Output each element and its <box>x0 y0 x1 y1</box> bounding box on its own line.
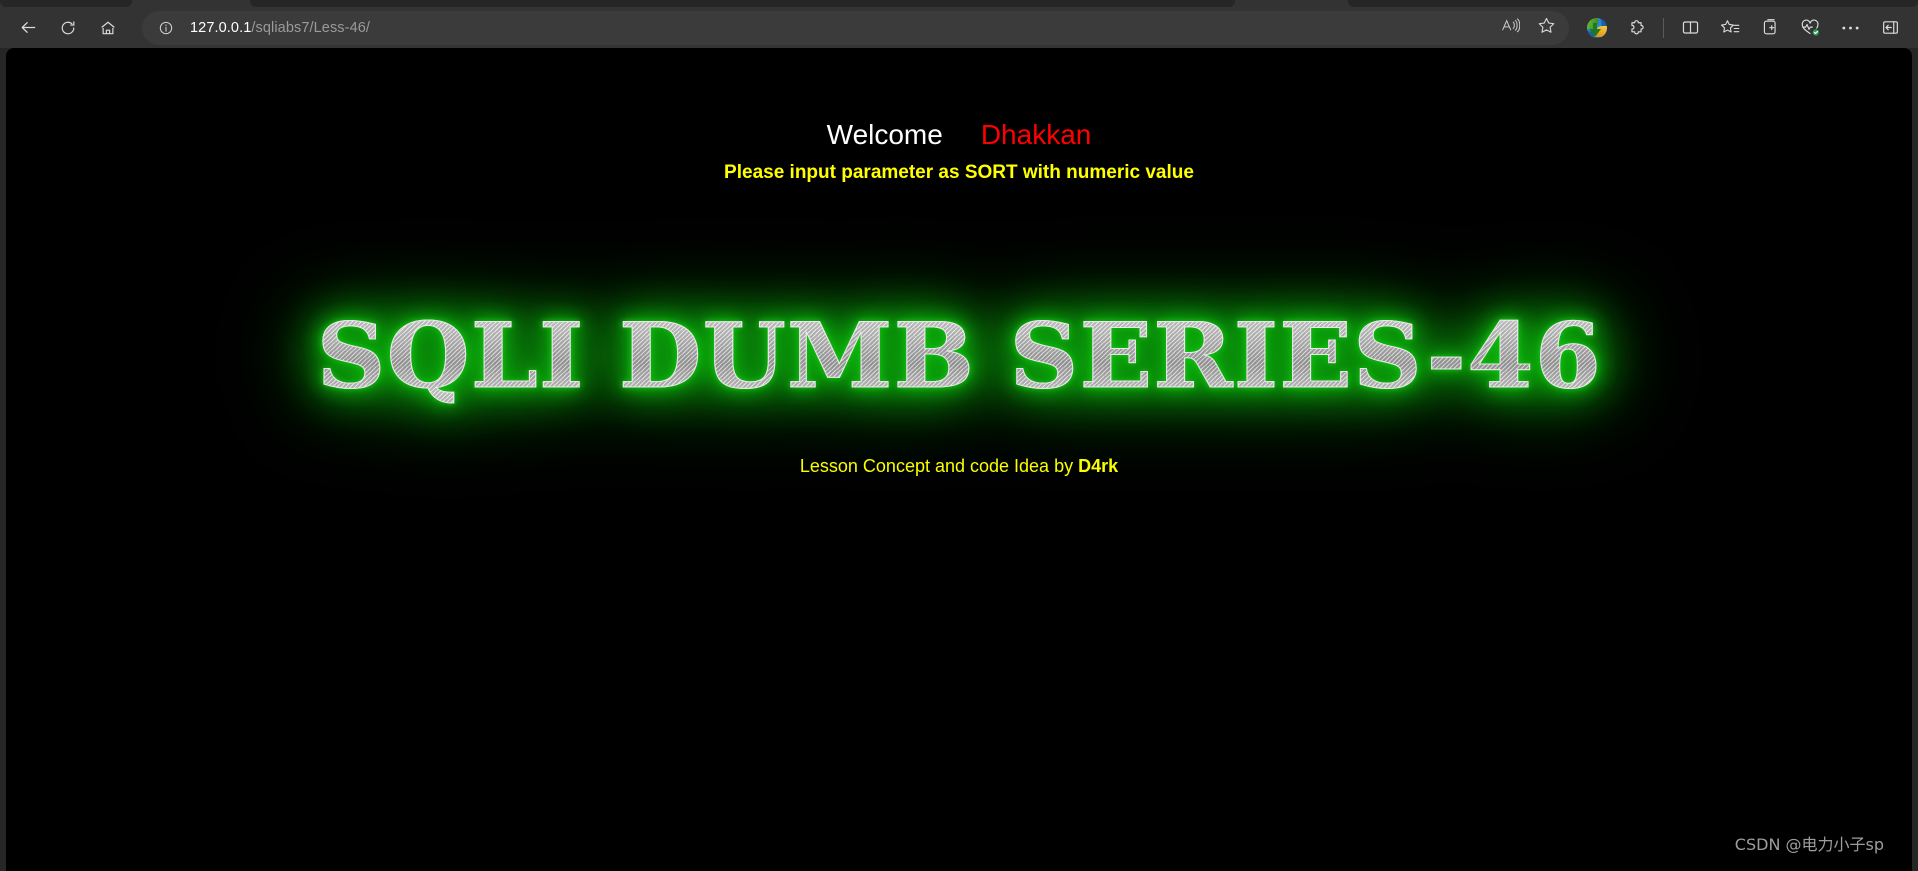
refresh-button[interactable] <box>48 11 88 45</box>
welcome-heading: Welcome Dhakkan <box>6 121 1912 149</box>
url-path: /sqliabs7/Less-46/ <box>251 19 371 36</box>
split-screen-button[interactable] <box>1670 11 1710 45</box>
ellipsis-icon <box>1841 25 1860 31</box>
back-button[interactable] <box>8 11 48 45</box>
site-information-icon[interactable] <box>152 14 180 42</box>
split-screen-icon <box>1681 18 1700 37</box>
credit-line: Lesson Concept and code Idea by D4rk <box>6 457 1912 475</box>
favorites-star-list-icon <box>1720 18 1740 37</box>
welcome-label: Welcome <box>826 119 943 150</box>
credit-author: D4rk <box>1078 456 1119 476</box>
collections-icon <box>1761 18 1780 37</box>
favorites-button[interactable] <box>1710 11 1750 45</box>
tab-sliver[interactable] <box>0 0 132 7</box>
url-host: 127.0.0.1 <box>190 19 252 36</box>
add-favorite-button[interactable] <box>1529 13 1563 43</box>
read-aloud-button[interactable] <box>1493 13 1527 43</box>
settings-and-more-button[interactable] <box>1830 11 1870 45</box>
home-icon <box>99 19 117 37</box>
puzzle-piece-icon <box>1628 18 1647 37</box>
tab-sliver[interactable] <box>1348 0 1918 7</box>
watermark: CSDN @电力小子sp <box>1734 835 1884 854</box>
back-arrow-icon <box>19 18 38 37</box>
user-name: Dhakkan <box>980 119 1092 150</box>
url-text[interactable]: 127.0.0.1/sqliabs7/Less-46/ <box>180 20 1491 36</box>
address-bar[interactable]: 127.0.0.1/sqliabs7/Less-46/ <box>142 10 1569 45</box>
browser-window: 127.0.0.1/sqliabs7/Less-46/ Welcome Dhak… <box>0 0 1918 871</box>
read-aloud-icon <box>1501 17 1520 39</box>
heart-pulse-icon <box>1800 18 1821 37</box>
address-bar-actions <box>1491 13 1563 43</box>
toolbar-divider <box>1663 17 1664 38</box>
collections-button[interactable] <box>1750 11 1790 45</box>
big-title-text: SQLI DUMB SERIES-46 <box>316 291 1602 421</box>
hint-text: Please input parameter as SORT with nume… <box>724 162 1194 183</box>
browser-essentials-button[interactable] <box>1790 11 1830 45</box>
refresh-icon <box>59 19 77 37</box>
star-icon <box>1537 16 1556 40</box>
big-title-banner: SQLI DUMB SERIES-46 <box>6 291 1912 421</box>
tab-sliver[interactable] <box>250 0 1235 7</box>
sidebar-icon <box>1881 18 1900 37</box>
browser-toolbar: 127.0.0.1/sqliabs7/Less-46/ <box>0 7 1918 48</box>
tab-strip <box>0 0 1918 7</box>
toolbar-right-actions <box>1577 11 1918 45</box>
credit-prefix: Lesson Concept and code Idea by <box>799 456 1079 476</box>
extensions-button[interactable] <box>1617 11 1657 45</box>
idm-extension-button[interactable] <box>1577 11 1617 45</box>
sidebar-toggle-button[interactable] <box>1870 11 1910 45</box>
page-content: Welcome Dhakkan Please input parameter as… <box>6 48 1912 871</box>
idm-icon <box>1586 17 1608 39</box>
home-button[interactable] <box>88 11 128 45</box>
